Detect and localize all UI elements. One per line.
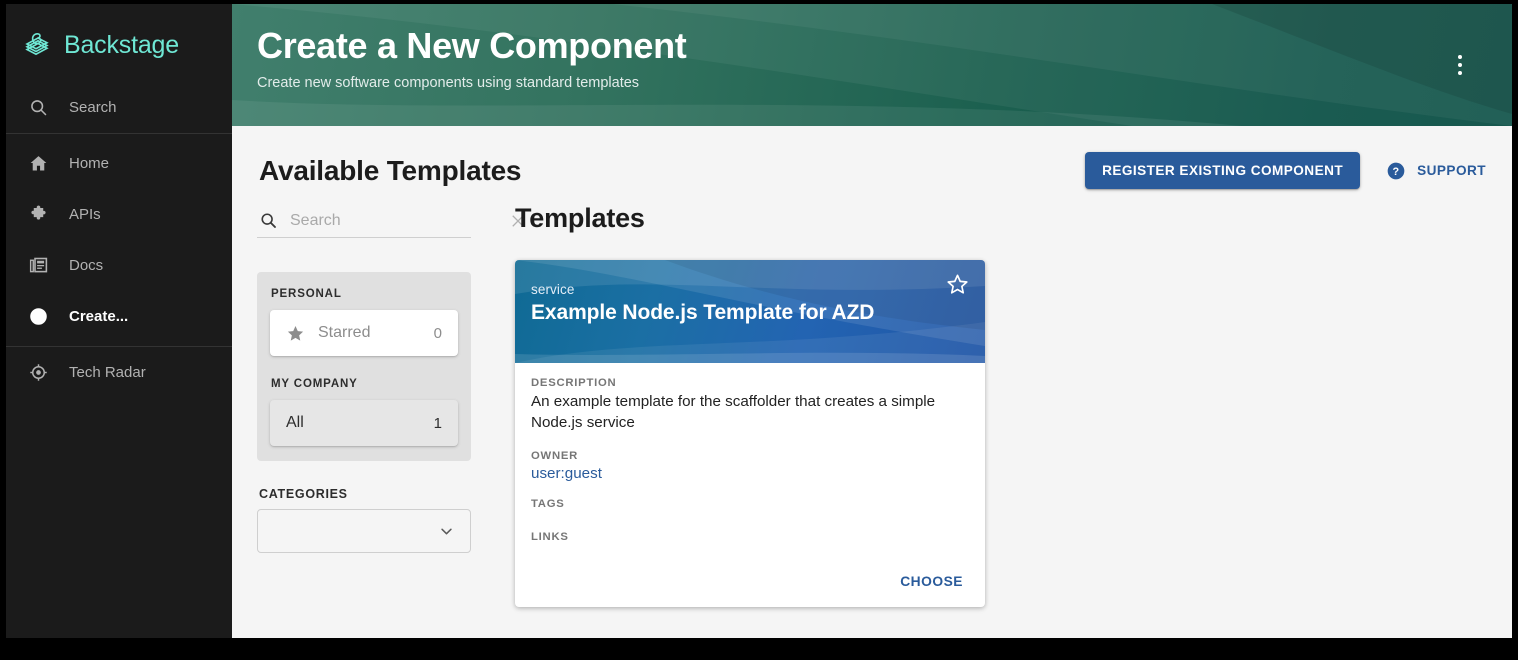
sidebar-item-create[interactable]: Create...	[6, 291, 232, 342]
brand[interactable]: Backstage	[6, 6, 232, 82]
categories-heading: CATEGORIES	[259, 487, 348, 501]
description-value: An example template for the scaffolder t…	[531, 393, 936, 431]
tags-label: TAGS	[531, 497, 565, 510]
search-icon	[261, 213, 276, 228]
section-header-row: Available Templates REGISTER EXISTING CO…	[257, 126, 1488, 189]
sidebar-item-tech-radar-label: Tech Radar	[69, 364, 146, 381]
results-panel: Templates service Example Node.js Templa…	[471, 203, 1488, 607]
sidebar-item-home-label: Home	[69, 155, 110, 172]
sidebar-main-group: Home APIs Docs Create...	[6, 134, 232, 346]
docs-icon	[29, 257, 48, 273]
filter-starred-button[interactable]: Starred 0	[270, 310, 458, 356]
search-icon	[31, 100, 47, 116]
support-link[interactable]: ? SUPPORT	[1386, 161, 1486, 181]
home-icon	[30, 156, 47, 171]
owner-label: OWNER	[531, 449, 579, 462]
sidebar-item-home[interactable]: Home	[6, 138, 232, 189]
section-actions: REGISTER EXISTING COMPONENT ? SUPPORT	[1085, 152, 1486, 189]
links-label: LINKS	[531, 530, 569, 543]
filter-starred-count: 0	[433, 324, 442, 342]
section-title: Available Templates	[259, 154, 522, 186]
sidebar-item-tech-radar[interactable]: Tech Radar	[6, 347, 232, 398]
main-area: Create a New Component Create new softwa…	[232, 4, 1512, 638]
filter-all-count: 1	[433, 414, 442, 432]
puzzle-icon	[31, 205, 46, 220]
sidebar-item-docs[interactable]: Docs	[6, 240, 232, 291]
filters-panel: PERSONAL Starred 0 MY COMPANY All 1	[257, 209, 524, 607]
page-header-banner: Create a New Component Create new softwa…	[232, 4, 1512, 126]
backstage-logo-icon	[25, 32, 49, 56]
categories-select[interactable]	[257, 509, 471, 553]
filter-group-card: PERSONAL Starred 0 MY COMPANY All 1	[257, 272, 471, 461]
filter-heading-company: MY COMPANY	[271, 378, 358, 390]
description-label: DESCRIPTION	[531, 377, 617, 389]
search-input[interactable]	[290, 211, 497, 230]
page-subtitle: Create new software components using sta…	[257, 75, 640, 92]
page-title: Create a New Component	[257, 25, 687, 66]
star-filled-icon	[287, 325, 304, 341]
sidebar-item-search-label: Search	[69, 99, 117, 116]
more-vert-icon[interactable]	[1448, 52, 1472, 78]
links-value	[531, 546, 969, 564]
svg-text:?: ?	[1393, 165, 1400, 177]
content-columns: PERSONAL Starred 0 MY COMPANY All 1	[257, 189, 1488, 607]
browser-viewport: Backstage Search Home APIs Docs Create..…	[6, 4, 1512, 638]
template-search-field[interactable]	[257, 209, 524, 238]
plus-circle-icon	[30, 308, 47, 325]
sidebar-item-apis[interactable]: APIs	[6, 189, 232, 240]
support-label: SUPPORT	[1417, 163, 1486, 178]
choose-button[interactable]: CHOOSE	[892, 568, 971, 595]
brand-label: Backstage	[64, 30, 179, 59]
header-text-block: Create a New Component Create new softwa…	[232, 4, 1512, 91]
radar-icon	[30, 364, 47, 381]
template-card-body: DESCRIPTION An example template for the …	[515, 363, 985, 564]
template-card-header-text: service Example Node.js Template for AZD	[515, 260, 985, 325]
chevron-down-icon	[441, 528, 452, 534]
help-circle-icon: ?	[1387, 162, 1405, 179]
star-outline-icon[interactable]	[945, 272, 970, 297]
menu-dot	[1458, 71, 1462, 75]
filter-all-label: All	[286, 414, 304, 431]
template-name: Example Node.js Template for AZD	[531, 301, 875, 324]
filter-all-button[interactable]: All 1	[270, 400, 458, 446]
results-title: Templates	[515, 203, 645, 233]
sidebar-item-create-label: Create...	[69, 308, 129, 325]
sidebar-item-docs-label: Docs	[69, 257, 104, 274]
sidebar: Backstage Search Home APIs Docs Create..…	[6, 4, 232, 638]
menu-dot	[1458, 63, 1462, 67]
register-existing-component-button[interactable]: REGISTER EXISTING COMPONENT	[1085, 152, 1361, 189]
menu-dot	[1458, 55, 1462, 59]
template-card-actions: CHOOSE	[515, 564, 985, 607]
sidebar-item-search[interactable]: Search	[6, 82, 232, 133]
template-kind: service	[531, 282, 575, 297]
template-card-header: service Example Node.js Template for AZD	[515, 260, 985, 363]
owner-value[interactable]: user:guest	[531, 465, 969, 482]
filter-heading-personal: PERSONAL	[271, 288, 342, 300]
sidebar-item-apis-label: APIs	[69, 206, 101, 223]
filter-starred-label: Starred	[318, 324, 371, 341]
template-card[interactable]: service Example Node.js Template for AZD…	[515, 260, 985, 607]
page-content: Available Templates REGISTER EXISTING CO…	[232, 126, 1512, 607]
tags-value	[531, 513, 969, 531]
